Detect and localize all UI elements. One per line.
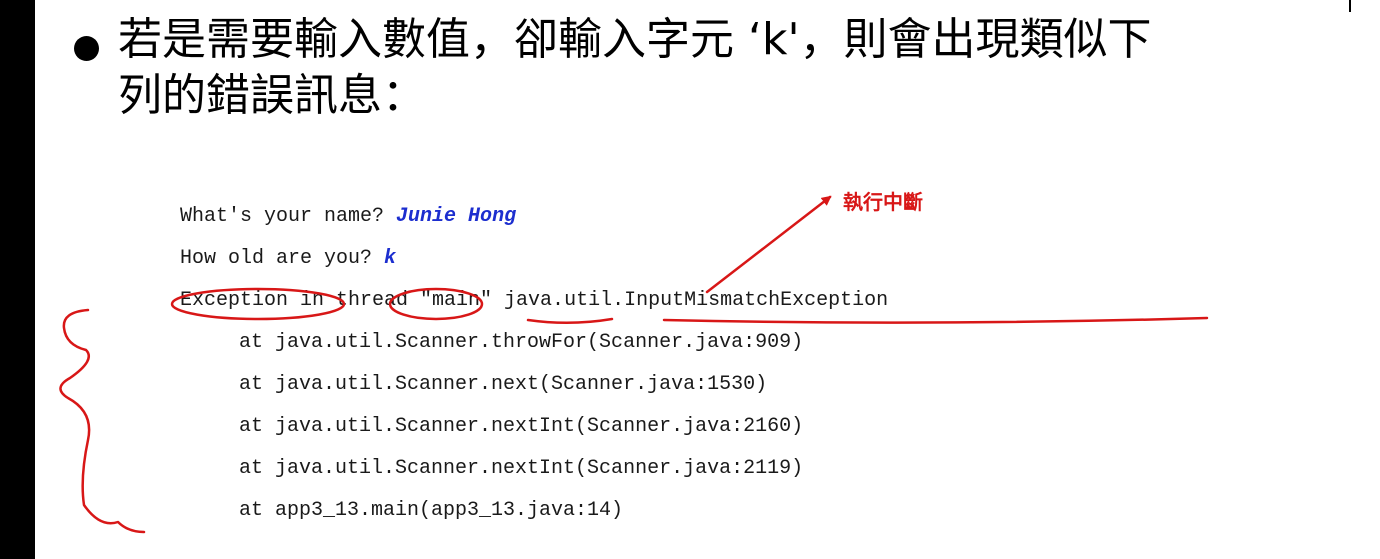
circle-exception-icon: [170, 287, 346, 321]
arrow-icon: [705, 195, 832, 294]
curly-brace-icon: [59, 308, 146, 534]
circle-thread-icon: [388, 287, 484, 321]
underline-main-icon: [526, 317, 614, 324]
red-annotation-marks: [59, 195, 1209, 534]
underline-exception-class-icon: [662, 316, 1209, 324]
